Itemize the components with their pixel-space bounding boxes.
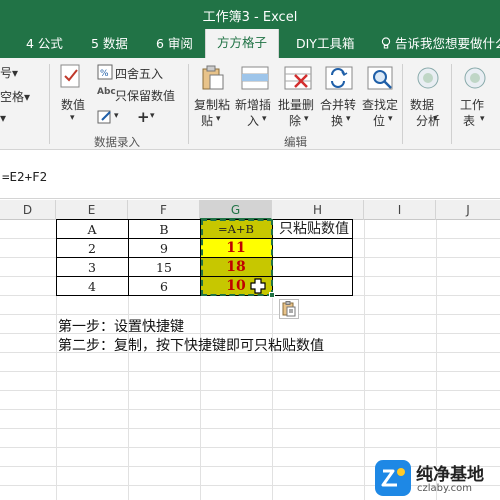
batch-delete-label-1[interactable]: 批量删	[278, 96, 314, 113]
chevron-down-icon[interactable]: ▾	[150, 111, 155, 121]
data-analysis-label-1[interactable]: 数据	[410, 96, 434, 113]
column-header-f[interactable]: F	[128, 200, 200, 220]
insert-icon[interactable]	[240, 65, 270, 91]
paste-icon[interactable]	[201, 65, 225, 91]
tell-me-box[interactable]: 告诉我您想要做什么	[381, 31, 500, 58]
keep-numeric-button[interactable]: 只保留数值	[115, 87, 175, 104]
ribbon-separator	[188, 64, 189, 144]
tab-fangfanggezi[interactable]: 方方格子	[205, 29, 279, 58]
chevron-down-icon[interactable]: ▾	[216, 114, 221, 124]
worksheet-icon[interactable]	[463, 66, 487, 90]
chevron-down-icon[interactable]: ▾	[433, 114, 438, 124]
chevron-down-icon[interactable]: ▾	[388, 114, 393, 124]
table-header-paste-values[interactable]: 只粘贴数值	[272, 220, 364, 239]
cell-a[interactable]: 3	[56, 258, 128, 277]
batch-delete-icon[interactable]	[283, 65, 313, 91]
chevron-down-icon[interactable]: ▾	[262, 114, 267, 124]
edit-icon[interactable]	[97, 109, 113, 125]
chevron-down-icon[interactable]: ▾	[114, 111, 119, 121]
merge-convert-label-2[interactable]: 换	[331, 112, 343, 129]
round-button[interactable]: 四舍五入	[115, 65, 163, 82]
find-locate-icon[interactable]	[366, 65, 396, 91]
cell-b[interactable]: 9	[128, 239, 200, 258]
numeric-group-label: 数据录入	[94, 135, 140, 149]
watermark-url: czlaby.com	[417, 483, 473, 494]
column-header-g[interactable]: G	[200, 200, 272, 220]
column-header-e[interactable]: E	[56, 200, 128, 220]
ribbon: 号▾ 空格▾ ▾ 数值 ▾ % 四舍五入 Abc 只保留数值 ▾ + ▾ 数据录…	[0, 58, 500, 150]
chevron-down-icon[interactable]: ▾	[346, 114, 351, 124]
table-header-b[interactable]: B	[128, 220, 200, 239]
find-locate-label-2[interactable]: 位	[373, 112, 385, 129]
cell-b[interactable]: 6	[128, 277, 200, 296]
ribbon-separator	[402, 64, 403, 144]
partial-dropdown-2[interactable]: 空格▾	[0, 88, 30, 105]
window-title: 工作簿3 - Excel	[202, 10, 298, 25]
ribbon-separator	[49, 64, 50, 144]
column-header-h[interactable]: H	[272, 200, 364, 220]
fill-handle[interactable]	[269, 292, 275, 298]
numeric-button-label[interactable]: 数值	[61, 96, 85, 113]
chevron-down-icon[interactable]: ▾	[304, 114, 309, 124]
merge-convert-label-1[interactable]: 合并转	[320, 96, 356, 113]
table-header-a[interactable]: A	[56, 220, 128, 239]
tab-formulas[interactable]: 4 公式	[26, 31, 63, 58]
copy-paste-label-1[interactable]: 复制粘	[194, 96, 230, 113]
cell-b[interactable]: 15	[128, 258, 200, 277]
data-analysis-icon[interactable]	[416, 66, 440, 90]
watermark-logo	[375, 460, 411, 496]
tell-me-text: 告诉我您想要做什么	[395, 36, 500, 51]
note-step-1: 第一步：设置快捷键	[58, 319, 184, 335]
plus-icon[interactable]: +	[137, 108, 150, 126]
tab-data[interactable]: 5 数据	[91, 31, 128, 58]
paste-options-button[interactable]	[279, 299, 299, 319]
insert-label-2[interactable]: 入	[247, 112, 259, 129]
title-bar: 工作簿3 - Excel 4 公式 5 数据 6 审阅 方方格子 DIY工具箱 …	[0, 0, 500, 58]
batch-delete-label-2[interactable]: 除	[289, 112, 301, 129]
numeric-icon[interactable]	[60, 64, 84, 90]
column-header-row: D E F G H I J	[0, 200, 500, 220]
cell-a[interactable]: 4	[56, 277, 128, 296]
column-header-d[interactable]: D	[0, 200, 56, 220]
merge-convert-icon[interactable]	[324, 65, 354, 91]
note-step-2: 第二步：复制，按下快捷键即可只粘贴数值	[58, 338, 324, 354]
clipboard-icon	[282, 301, 296, 317]
tab-review[interactable]: 6 审阅	[156, 31, 193, 58]
partial-dropdown-1[interactable]: 号▾	[0, 64, 18, 81]
formula-text[interactable]: =E2+F2	[2, 169, 47, 184]
abc-icon: Abc	[97, 87, 116, 97]
worksheet-label-1[interactable]: 工作	[460, 96, 484, 113]
insert-label-1[interactable]: 新增插	[235, 96, 271, 113]
column-header-i[interactable]: I	[364, 200, 436, 220]
formula-bar[interactable]: =E2+F2	[0, 151, 500, 199]
edit-group-label: 编辑	[284, 135, 307, 149]
copy-paste-label-2[interactable]: 贴	[201, 112, 213, 129]
cross-cursor-icon	[250, 278, 266, 294]
chevron-down-icon[interactable]: ▾	[480, 114, 485, 124]
find-locate-label-1[interactable]: 查找定	[362, 96, 398, 113]
chevron-down-icon[interactable]: ▾	[70, 113, 75, 123]
watermark: 纯净基地 czlaby.com	[374, 455, 500, 500]
worksheet-label-2[interactable]: 表	[463, 112, 475, 129]
tab-diy-toolbox[interactable]: DIY工具箱	[296, 31, 354, 58]
svg-text:%: %	[100, 69, 109, 79]
lightbulb-icon	[381, 37, 391, 49]
watermark-name: 纯净基地	[416, 465, 484, 485]
cell-a[interactable]: 2	[56, 239, 128, 258]
column-header-j[interactable]: J	[436, 200, 500, 220]
partial-dropdown-3[interactable]: ▾	[0, 111, 6, 125]
round-icon: %	[97, 64, 113, 80]
ribbon-separator	[451, 64, 452, 144]
